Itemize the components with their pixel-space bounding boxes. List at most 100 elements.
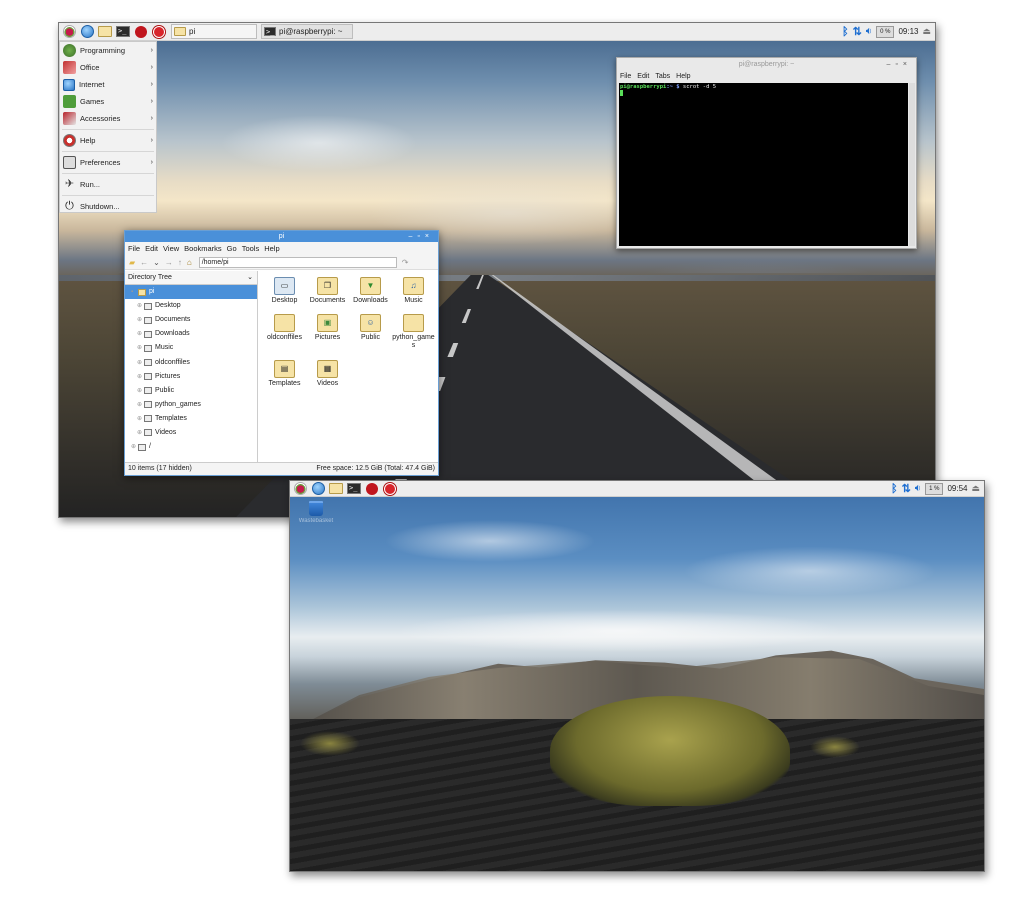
terminal-titlebar[interactable]: pi@raspberrypi: ~ –▫× [617, 58, 916, 71]
forward-icon[interactable]: → [165, 258, 173, 267]
menu-tabs[interactable]: Tabs [655, 71, 670, 82]
back-icon[interactable]: ← [140, 258, 148, 267]
mathematica-icon[interactable] [382, 482, 398, 496]
expand-icon[interactable]: ⊕ [131, 440, 138, 454]
terminal-icon[interactable]: >_ [115, 25, 131, 39]
file-item-public[interactable]: ☺ Public [349, 314, 392, 351]
menu-bookmarks[interactable]: Bookmarks [184, 242, 222, 255]
maximize-icon[interactable]: ▫ [417, 233, 424, 240]
menu-edit[interactable]: Edit [637, 71, 649, 82]
bluetooth-icon[interactable]: ᛒ [842, 26, 849, 38]
menu-item-run[interactable]: ✈︎ Run... [60, 176, 156, 193]
menu-tools[interactable]: Tools [242, 242, 260, 255]
menu-item-internet[interactable]: Internet › [60, 76, 156, 93]
menu-edit[interactable]: Edit [145, 242, 158, 255]
menu-item-label: Internet [79, 80, 105, 89]
menu-item-accessories[interactable]: Accessories › [60, 110, 156, 127]
tree-item-oldconffiles[interactable]: ⊕ oldconffiles [125, 355, 257, 369]
path-input[interactable]: /home/pi [198, 256, 397, 268]
expand-icon[interactable]: ⊕ [137, 299, 144, 313]
file-item-pictures[interactable]: ▣ Pictures [306, 314, 349, 351]
bug-icon[interactable] [133, 25, 149, 39]
menu-item-help[interactable]: Help › [60, 132, 156, 149]
file-item-downloads[interactable]: ▼ Downloads [349, 277, 392, 314]
file-item-desktop[interactable]: ▭ Desktop [263, 277, 306, 314]
expand-icon[interactable]: ⊕ [137, 398, 144, 412]
tree-item-music[interactable]: ⊕ Music [125, 341, 257, 355]
tree-item-root[interactable]: ⊕ / [125, 440, 257, 454]
tree-item-pi[interactable]: ▪ pi [125, 285, 257, 300]
menu-view[interactable]: View [163, 242, 179, 255]
network-icon[interactable]: ⇅ [853, 25, 862, 38]
eject-icon[interactable]: ⏏ [922, 26, 931, 37]
menu-go[interactable]: Go [227, 242, 237, 255]
terminal-icon[interactable]: >_ [346, 482, 362, 496]
close-icon[interactable]: × [425, 233, 434, 240]
close-icon[interactable]: × [903, 61, 912, 68]
task-terminal[interactable]: >_ pi@raspberrypi: ~ [261, 24, 353, 39]
menu-item-programming[interactable]: Programming › [60, 42, 156, 59]
file-item-videos[interactable]: ▦ Videos [306, 360, 349, 397]
expand-icon[interactable]: ⊕ [137, 384, 144, 398]
cpu-monitor: 1 % [925, 482, 944, 495]
file-item-documents[interactable]: ❐ Documents [306, 277, 349, 314]
raspberry-menu-icon[interactable] [292, 482, 308, 496]
menu-file[interactable]: File [620, 71, 631, 82]
tree-item-label: oldconffiles [155, 358, 190, 366]
public-folder-icon: ☺ [360, 314, 381, 332]
menu-item-preferences[interactable]: Preferences › [60, 154, 156, 171]
menu-item-office[interactable]: Office › [60, 59, 156, 76]
file-item-python-games[interactable]: python_games [392, 314, 435, 360]
home-icon[interactable]: ⌂ [187, 258, 192, 267]
collapse-icon[interactable]: ▪ [131, 285, 138, 299]
expand-icon[interactable]: ⊕ [137, 313, 144, 327]
tree-item-videos[interactable]: ⊕ Videos [125, 426, 257, 440]
go-icon[interactable]: ↷ [402, 258, 409, 267]
desktop-icon-wastebasket[interactable]: Wastebasket [296, 501, 336, 524]
task-file-manager[interactable]: pi [171, 24, 257, 39]
expand-icon[interactable]: ⊕ [137, 412, 144, 426]
expand-icon[interactable]: ⊕ [137, 426, 144, 440]
mathematica-icon[interactable] [151, 25, 167, 39]
tree-item-downloads[interactable]: ⊕ Downloads [125, 327, 257, 341]
menu-item-shutdown[interactable]: ⏻ Shutdown... [60, 198, 156, 215]
expand-icon[interactable]: ⊕ [137, 341, 144, 355]
network-icon[interactable]: ⇅ [902, 482, 911, 495]
menu-help[interactable]: Help [264, 242, 279, 255]
file-manager-titlebar[interactable]: pi –▫× [125, 231, 438, 242]
folder-icon[interactable] [328, 482, 344, 496]
tree-item-templates[interactable]: ⊕ Templates [125, 412, 257, 426]
tree-item-pictures[interactable]: ⊕ Pictures [125, 370, 257, 384]
up-icon[interactable]: ↑ [178, 258, 182, 267]
terminal-output[interactable]: pi@raspberrypi:~ $ scrot -d 5 [619, 83, 908, 246]
raspberry-menu-icon[interactable] [61, 25, 77, 39]
clock[interactable]: 09:54 [947, 484, 967, 493]
maximize-icon[interactable]: ▫ [895, 61, 902, 68]
file-item-oldconffiles[interactable]: oldconffiles [263, 314, 306, 351]
bluetooth-icon[interactable]: ᛒ [891, 483, 898, 495]
file-item-templates[interactable]: ▤ Templates [263, 360, 306, 397]
terminal-scrollbar[interactable] [909, 83, 915, 246]
expand-icon[interactable]: ⊕ [137, 327, 144, 341]
menu-file[interactable]: File [128, 242, 140, 255]
expand-icon[interactable]: ⊕ [137, 370, 144, 384]
menu-item-games[interactable]: Games › [60, 93, 156, 110]
expand-icon[interactable]: ⊕ [137, 356, 144, 370]
tree-item-public[interactable]: ⊕ Public [125, 384, 257, 398]
clock[interactable]: 09:13 [898, 27, 918, 36]
folder-icon[interactable] [97, 25, 113, 39]
history-dropdown-icon[interactable]: ⌄ [153, 258, 160, 267]
tree-item-desktop[interactable]: ⊕ Desktop [125, 299, 257, 313]
volume-icon[interactable]: 🔉︎ [866, 26, 872, 37]
file-item-music[interactable]: ♫ Music [392, 277, 435, 314]
sidebar-mode-select[interactable]: Directory Tree ⌄ [125, 271, 257, 285]
bug-icon[interactable] [364, 482, 380, 496]
tree-item-documents[interactable]: ⊕ Documents [125, 313, 257, 327]
globe-icon[interactable] [310, 482, 326, 496]
eject-icon[interactable]: ⏏ [971, 483, 980, 494]
globe-icon[interactable] [79, 25, 95, 39]
tree-item-python-games[interactable]: ⊕ python_games [125, 398, 257, 412]
new-folder-icon[interactable]: ▰ [129, 258, 135, 267]
menu-help[interactable]: Help [676, 71, 690, 82]
volume-icon[interactable]: 🔉︎ [915, 483, 921, 494]
